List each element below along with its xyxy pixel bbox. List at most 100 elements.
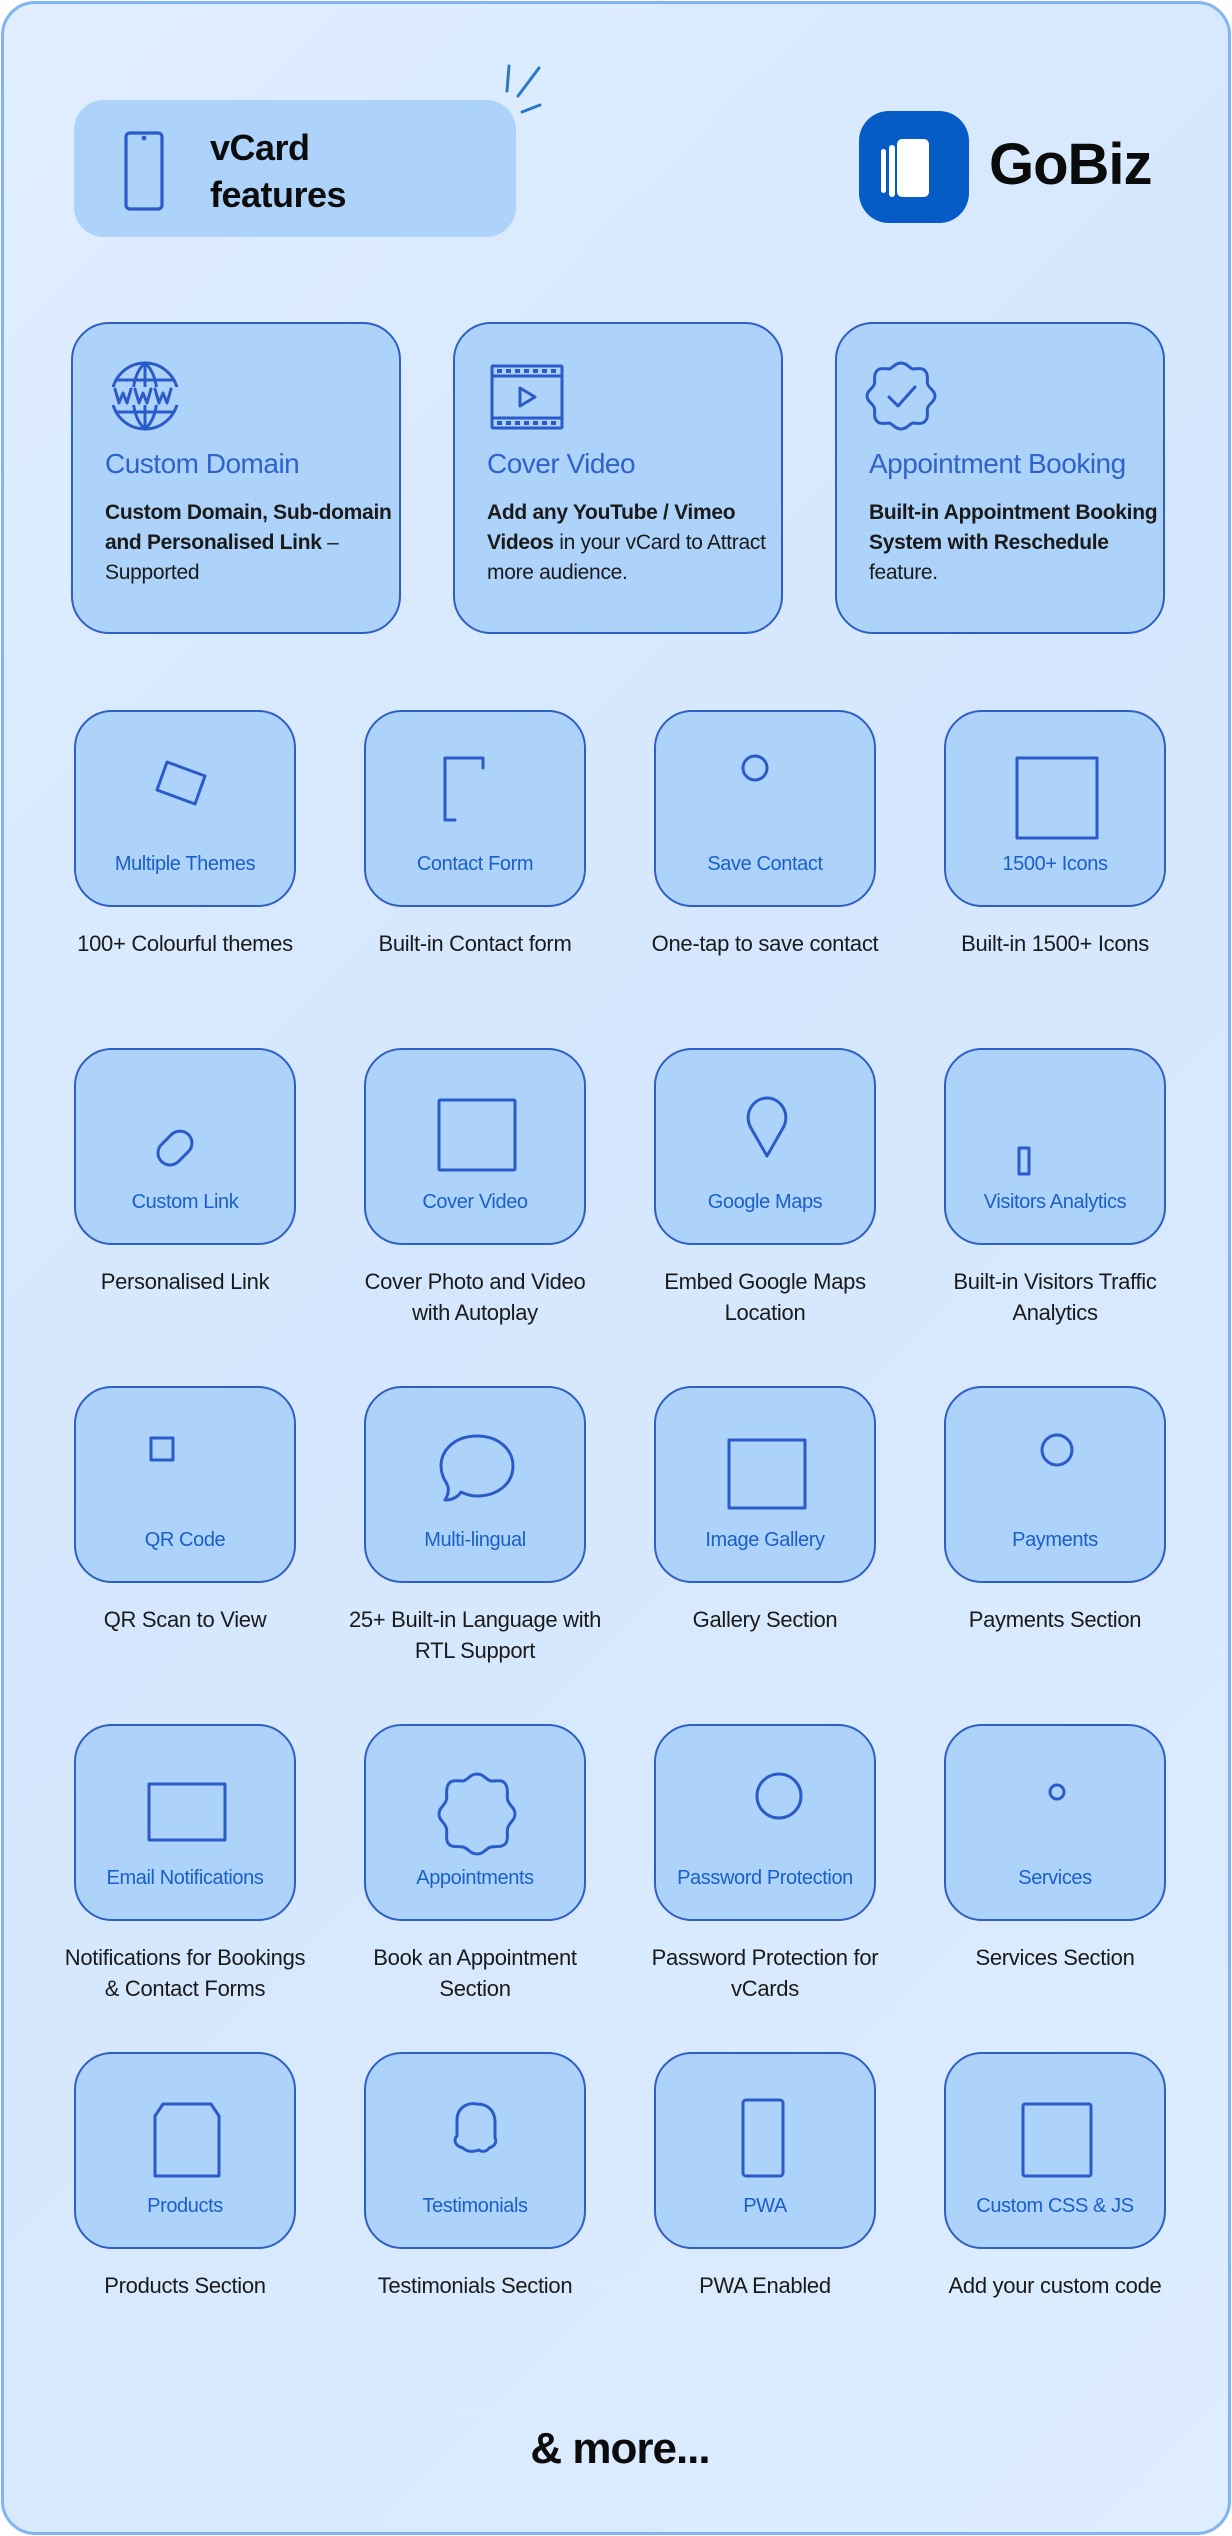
highlight-card-appointment-booking: Appointment Booking Built-in Appointment…	[835, 322, 1165, 634]
feature-tile-appointments: Appointments	[364, 1724, 586, 1921]
feature-tile-label: Cover Video	[422, 1191, 528, 1213]
feature-caption: Add your custom code	[948, 2273, 1162, 2298]
gobiz-logo-mark	[859, 111, 969, 223]
highlight-description: Custom Domain, Sub-domain and Personalis…	[105, 498, 395, 588]
feature-caption: Personalised Link	[100, 1269, 270, 1294]
user-star-icon	[453, 2102, 498, 2153]
feature-tile-google-maps: Google Maps	[654, 1048, 876, 1245]
highlight-desc-bold: Custom Domain, Sub-domain and Personalis…	[105, 501, 392, 554]
feature-tile-label: Password Protection	[677, 1867, 853, 1889]
feature-tile-label: Visitors Analytics	[983, 1191, 1127, 1213]
feature-tile-label: Multiple Themes	[114, 853, 256, 875]
phone-id-check-icon	[741, 2098, 785, 2178]
highlight-desc-bold: Built-in Appointment Booking System with…	[869, 501, 1158, 554]
feature-caption: Payments Section	[968, 1607, 1142, 1632]
film-play-icon	[490, 364, 564, 430]
feature-tile-label: Custom CSS & JS	[976, 2195, 1134, 2217]
feature-tile-label: Save Contact	[707, 853, 823, 875]
highlight-description: Add any YouTube / Vimeo Videos in your v…	[487, 498, 777, 588]
feature-tile-testimonials: Testimonials	[364, 2052, 586, 2249]
film-play-icon	[437, 1098, 517, 1172]
themes-cards-icon	[155, 760, 207, 806]
analytics-chart-icon	[1017, 1146, 1031, 1176]
feature-tile-label: Contact Form	[416, 853, 534, 875]
image-gallery-icon	[727, 1438, 807, 1510]
feature-caption: PWA Enabled	[699, 2273, 831, 2298]
qr-code-icon	[149, 1436, 175, 1462]
feature-tile-label: Products	[147, 2195, 223, 2217]
infographic-frame: vCard features GoBiz Custom Domain Custo…	[1, 1, 1231, 2535]
package-box-icon	[153, 2102, 221, 2178]
feature-caption: Built-in Contact form	[378, 931, 572, 956]
feature-tile-services: Services	[944, 1724, 1166, 1921]
feature-tile-pwa: PWA	[654, 2052, 876, 2249]
feature-tile-image-gallery: Image Gallery	[654, 1386, 876, 1583]
feature-caption: Embed Google Maps Location	[664, 1269, 866, 1325]
feature-tile-products: Products	[74, 2052, 296, 2249]
highlight-card-cover-video: Cover Video Add any YouTube / Vimeo Vide…	[453, 322, 783, 634]
feature-tile-contact-form: Contact Form	[364, 710, 586, 907]
feature-tile-label: Multi-lingual	[424, 1529, 526, 1551]
www-globe-icon	[110, 361, 180, 431]
feature-caption: Book an Appointment Section	[373, 1945, 577, 2001]
title-line-2: features	[210, 174, 347, 215]
feature-tile-email-notifications: Email Notifications	[74, 1724, 296, 1921]
feature-caption: QR Scan to View	[103, 1607, 267, 1632]
highlight-title: Custom Domain	[105, 448, 300, 479]
link-chain-icon	[156, 1129, 194, 1167]
feature-caption: Built-in Visitors Traffic Analytics	[953, 1269, 1157, 1325]
feature-caption: Notifications for Bookings & Contact For…	[64, 1945, 306, 2001]
feature-tile-payments: Payments	[944, 1386, 1166, 1583]
header-badge: vCard features	[74, 100, 516, 237]
feature-tile-label: Email Notifications	[106, 1867, 264, 1889]
more-features-text: & more...	[530, 2424, 710, 2473]
feature-caption: Built-in 1500+ Icons	[961, 931, 1149, 956]
feature-tile-qr-code: QR Code	[74, 1386, 296, 1583]
feature-tile-save-contact: Save Contact	[654, 710, 876, 907]
feature-tile-custom-link: Custom Link	[74, 1048, 296, 1245]
feature-caption: Services Section	[975, 1945, 1135, 1970]
sparkle-icon	[505, 64, 542, 114]
highlight-desc-rest: feature.	[869, 561, 938, 584]
contact-form-icon	[443, 756, 485, 822]
gear-hand-icon	[1048, 1783, 1066, 1801]
feature-caption: Products Section	[104, 2273, 266, 2298]
key-icon	[755, 1772, 803, 1820]
feature-tile-multiple-themes: Multiple Themes	[74, 710, 296, 907]
verified-badge-icon	[865, 361, 937, 431]
highlight-card-custom-domain: Custom Domain Custom Domain, Sub-domain …	[71, 322, 401, 634]
feature-tile-multi-lingual: Multi-lingual	[364, 1386, 586, 1583]
page-title: vCard features	[210, 124, 347, 218]
feature-caption: Gallery Section	[692, 1607, 838, 1632]
feature-caption: One-tap to save contact	[651, 931, 879, 956]
feature-tile-custom-css-js: JS Custom CSS & JS	[944, 2052, 1166, 2249]
payment-hand-icon	[1040, 1433, 1074, 1467]
feature-tile-label: Custom Link	[131, 1191, 239, 1213]
envelope-icon	[147, 1782, 227, 1842]
feature-tile-label: 1500+ Icons	[1002, 853, 1108, 875]
feature-caption: Password Protection for vCards	[651, 1945, 879, 2001]
feature-caption: 25+ Built-in Language with RTL Support	[348, 1607, 602, 1663]
feature-tile-label: Payments	[1012, 1529, 1098, 1551]
feature-tile-label: Appointments	[416, 1867, 534, 1889]
title-line-1: vCard	[210, 127, 310, 168]
translate-bubble-icon	[439, 1434, 515, 1502]
feature-caption: Cover Photo and Video with Autoplay	[364, 1269, 586, 1325]
feature-caption: 100+ Colourful themes	[77, 931, 293, 956]
feature-tile-label: QR Code	[144, 1529, 226, 1551]
verified-badge-icon	[437, 1772, 517, 1856]
gobiz-logo-text: GoBiz	[989, 132, 1153, 197]
feature-tile-label: Services	[1018, 1867, 1092, 1889]
feature-tile-1500-icons: 1500+ Icons	[944, 710, 1166, 907]
highlight-title: Cover Video	[487, 448, 636, 479]
feature-tile-visitors-analytics: Visitors Analytics	[944, 1048, 1166, 1245]
js-file-icon: JS	[1021, 2102, 1093, 2178]
feature-tile-label: Testimonials	[422, 2195, 528, 2217]
stacked-cards-logo-icon	[881, 139, 929, 197]
map-pin-icon	[746, 1096, 788, 1158]
icon-grid-icon	[1015, 756, 1099, 840]
feature-tile-label: Google Maps	[707, 1191, 823, 1213]
highlight-title: Appointment Booking	[869, 448, 1126, 479]
tap-finger-icon	[741, 754, 769, 782]
feature-tile-cover-video: Cover Video	[364, 1048, 586, 1245]
